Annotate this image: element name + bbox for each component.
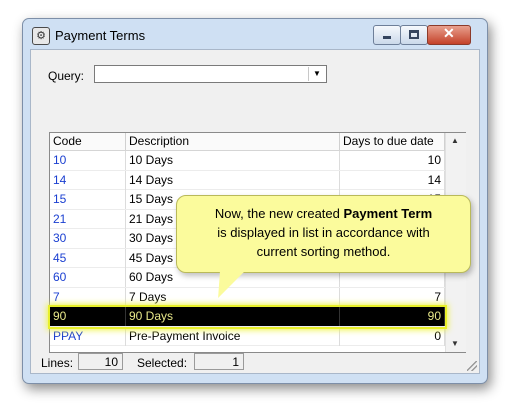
code-cell: 10 [50, 151, 126, 170]
code-cell: 60 [50, 268, 126, 287]
code-cell: 21 [50, 209, 126, 229]
resize-grip-icon[interactable] [467, 361, 477, 371]
description-cell: 14 Days [126, 170, 340, 190]
chevron-down-icon[interactable]: ▼ [308, 67, 325, 81]
column-header-days-to-due-date[interactable]: Days to due date [340, 133, 445, 150]
code-cell: 15 [50, 190, 126, 209]
callout-text-part3: current sorting method. [256, 244, 391, 259]
minimize-button[interactable] [373, 25, 401, 45]
query-input[interactable] [95, 66, 313, 82]
days-cell: 10 [340, 151, 445, 170]
column-header-code[interactable]: Code [50, 133, 126, 150]
days-cell: 90 [340, 307, 445, 326]
maximize-button[interactable] [400, 25, 428, 45]
days-cell: 0 [340, 326, 445, 346]
days-cell: 14 [340, 170, 445, 190]
lines-count: 10 [78, 353, 123, 370]
selected-count: 1 [194, 353, 244, 370]
code-cell: 90 [50, 307, 126, 326]
status-bar: Lines: 10 Selected: 1 [31, 350, 479, 373]
table-row[interactable]: 10 10 Days 10 [50, 151, 445, 171]
query-label: Query: [48, 69, 85, 83]
description-cell: Pre-Payment Invoice [126, 326, 340, 346]
callout-note: Now, the new created Payment Term is dis… [176, 195, 471, 273]
callout-text-part2: is displayed in list in accordance with [217, 225, 430, 240]
close-button[interactable]: ✕ [427, 25, 471, 45]
code-cell: 30 [50, 229, 126, 248]
days-cell: 7 [340, 287, 445, 307]
table-row-selected[interactable]: 90 90 Days 90 [48, 305, 447, 329]
code-cell: 14 [50, 170, 126, 190]
lines-label: Lines: [41, 356, 74, 370]
code-cell: PPAY [50, 326, 126, 346]
list-header: Code Description Days to due date [50, 133, 445, 151]
query-dropdown[interactable]: ▼ [94, 65, 327, 83]
description-cell: 10 Days [126, 151, 340, 170]
window-title: Payment Terms [55, 28, 146, 43]
callout-text-bold: Payment Term [343, 206, 433, 221]
minimize-icon [383, 36, 391, 39]
code-cell: 7 [50, 287, 126, 307]
column-header-description[interactable]: Description [126, 133, 340, 150]
maximize-icon [409, 30, 419, 39]
description-cell: 90 Days [126, 307, 340, 326]
selected-label: Selected: [137, 356, 188, 370]
close-icon: ✕ [443, 25, 455, 41]
payment-terms-app-icon: ⚙ [32, 27, 50, 45]
table-row[interactable]: 14 14 Days 14 [50, 170, 445, 190]
title-bar[interactable]: ⚙ Payment Terms ✕ [23, 19, 487, 49]
scroll-up-icon[interactable]: ▲ [451, 136, 459, 145]
callout-text-part1: Now, the new created [214, 206, 344, 221]
table-row[interactable]: 7 7 Days 7 [50, 287, 445, 307]
scroll-down-icon[interactable]: ▼ [451, 339, 459, 348]
code-cell: 45 [50, 248, 126, 268]
table-row[interactable]: PPAY Pre-Payment Invoice 0 [50, 326, 445, 346]
